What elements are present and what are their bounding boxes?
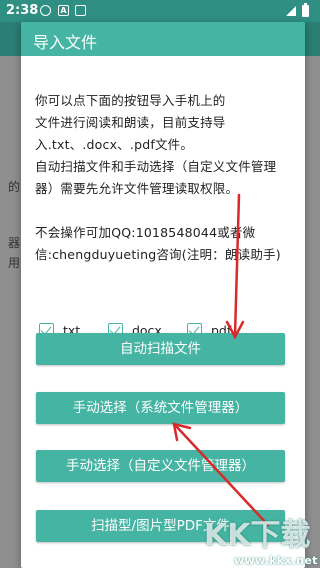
status-time: 2:38	[6, 3, 39, 18]
battery-icon	[302, 3, 309, 17]
instructions-text: 你可以点下面的按钮导入手机上的 文件进行阅读和朗读，目前支持导 入.txt、.d…	[35, 93, 277, 196]
manual-select-system-button[interactable]: 手动选择（系统文件管理器）	[36, 392, 285, 424]
contact-text: 不会操作可加QQ:1018548044或者微 信:chengduyueting咨…	[35, 225, 281, 262]
watermark-kk-logo-icon: KK下载	[204, 518, 311, 553]
background-text-fragment: 的	[8, 180, 21, 194]
background-text-fragment: 器	[8, 236, 21, 250]
watermark-text: www.kkx.net	[234, 554, 318, 567]
gear-icon	[40, 5, 51, 16]
background-text-fragment: 用	[8, 256, 21, 270]
signal-icon	[286, 6, 296, 16]
sd-card-icon	[75, 5, 86, 16]
status-bar: 2:38 A	[0, 0, 320, 22]
watermark-logo: KK下载 www.kkx.net	[200, 510, 320, 568]
manual-select-custom-button[interactable]: 手动选择（自定义文件管理器）	[36, 450, 285, 482]
import-file-dialog: 导入文件 你可以点下面的按钮导入手机上的 文件进行阅读和朗读，目前支持导 入.t…	[21, 22, 305, 568]
dialog-header: 导入文件	[21, 22, 305, 56]
dialog-body: 你可以点下面的按钮导入手机上的 文件进行阅读和朗读，目前支持导 入.txt、.d…	[35, 90, 297, 266]
auto-scan-button[interactable]: 自动扫描文件	[36, 333, 285, 365]
dialog-title: 导入文件	[33, 33, 98, 52]
a-notification-icon: A	[58, 5, 69, 16]
